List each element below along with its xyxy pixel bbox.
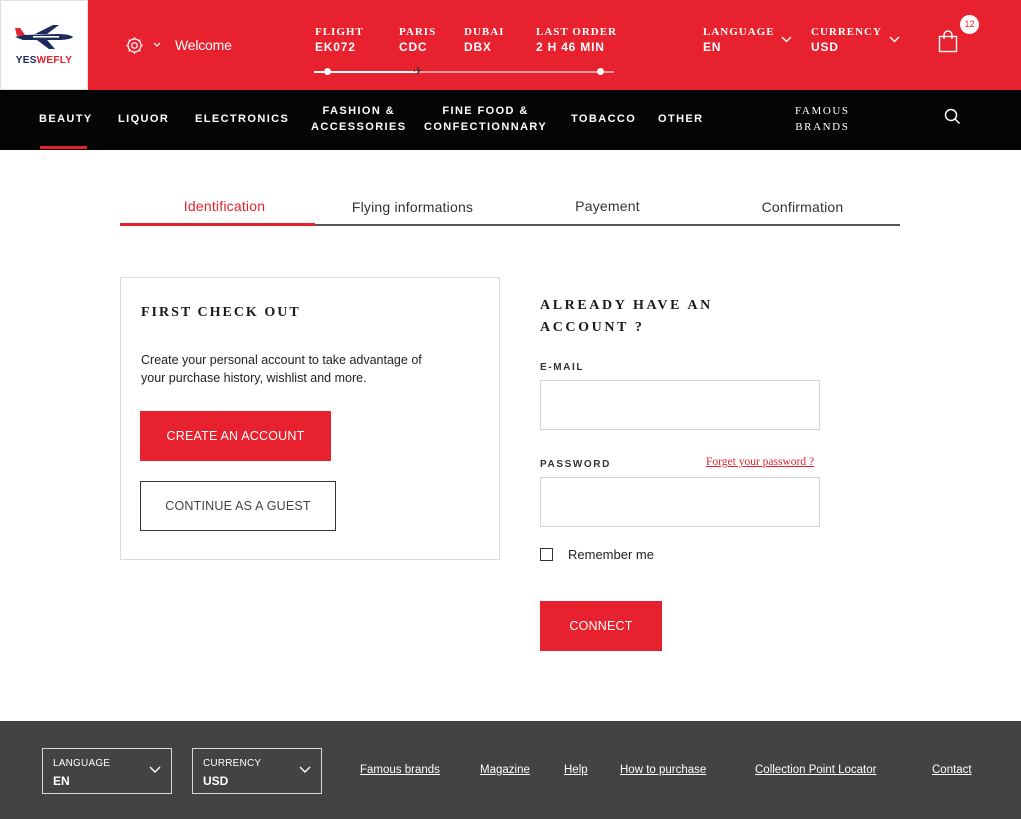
category-liquor[interactable]: LIQUOR [118, 111, 169, 127]
login-title: ALREADY HAVE AN ACCOUNT ? [540, 298, 713, 335]
progress-start-dot [324, 68, 331, 75]
first-checkout-description: Create your personal account to take adv… [141, 353, 422, 385]
footer-link-contact[interactable]: Contact [932, 764, 972, 776]
remember-me-toggle[interactable]: Remember me [540, 547, 654, 562]
plane-icon: ✈ [413, 64, 424, 78]
cart-button[interactable] [938, 30, 958, 58]
category-fine-food[interactable]: FINE FOOD & CONFECTIONNARY [424, 103, 547, 135]
brand-wordmark: YESWEFLY [15, 55, 73, 66]
step-identification[interactable]: Identification [127, 198, 322, 214]
forgot-password-link[interactable]: Forget your password ? [706, 456, 814, 468]
step-flying-informations[interactable]: Flying informations [315, 199, 510, 215]
account-menu[interactable]: Welcome [124, 34, 232, 56]
currency-selector[interactable]: CURRENCY USD [811, 26, 900, 54]
footer-currency-selector[interactable]: CURRENCY USD [192, 748, 322, 794]
chevron-down-icon [889, 36, 900, 43]
connect-button[interactable]: CONNECT [540, 601, 662, 651]
email-field[interactable] [540, 380, 820, 430]
plane-logo-icon [15, 25, 73, 49]
progress-end-dot [597, 68, 604, 75]
footer-link-help[interactable]: Help [564, 764, 588, 776]
search-icon[interactable] [944, 108, 961, 125]
password-label: PASSWORD [540, 459, 611, 470]
footer-link-how-to-purchase[interactable]: How to purchase [620, 764, 706, 776]
checkout-steps: Identification Flying informations Payem… [120, 190, 900, 227]
welcome-label: Welcome [175, 37, 232, 53]
category-electronics[interactable]: ELECTRONICS [195, 111, 289, 127]
chevron-down-icon [149, 766, 161, 773]
step-confirmation[interactable]: Confirmation [705, 199, 900, 215]
chevron-down-icon [299, 766, 311, 773]
settings-gear-icon [126, 36, 143, 54]
active-category-indicator [40, 146, 87, 149]
remember-me-label: Remember me [568, 547, 654, 562]
category-nav: BEAUTY LIQUOR ELECTRONICS FASHION & ACCE… [0, 90, 1021, 150]
flight-progress-bar: ✈ [314, 65, 614, 77]
shopping-bag-icon [938, 30, 958, 53]
active-step-indicator [120, 223, 315, 226]
top-header: YESWEFLY Welcome FLIGHT EK072 PARIS CDC … [0, 0, 1021, 90]
cart-count-badge: 12 [960, 15, 979, 34]
category-tobacco[interactable]: TOBACCO [571, 111, 636, 127]
footer-link-collection-point-locator[interactable]: Collection Point Locator [755, 764, 876, 776]
flight-destination: DUBAI DBX [464, 26, 505, 54]
flight-number: FLIGHT EK072 [315, 26, 364, 54]
footer-link-magazine[interactable]: Magazine [480, 764, 530, 776]
chevron-down-icon [781, 36, 792, 43]
language-selector[interactable]: LANGUAGE EN [703, 26, 792, 54]
first-checkout-title: FIRST CHECK OUT [141, 305, 301, 320]
password-field[interactable] [540, 477, 820, 527]
step-payement[interactable]: Payement [510, 198, 705, 214]
chevron-down-icon [153, 42, 161, 47]
email-label: E-MAIL [540, 362, 585, 373]
footer-language-selector[interactable]: LANGUAGE EN [42, 748, 172, 794]
continue-as-guest-button[interactable]: CONTINUE AS A GUEST [140, 481, 336, 531]
first-checkout-card: FIRST CHECK OUT Create your personal acc… [120, 277, 500, 560]
category-other[interactable]: OTHER [658, 111, 704, 127]
category-fashion-accessories[interactable]: FASHION & ACCESSORIES [311, 103, 406, 135]
footer: LANGUAGE EN CURRENCY USD Famous brands M… [0, 721, 1021, 819]
flight-origin: PARIS CDC [399, 26, 437, 54]
last-order-countdown: LAST ORDER 2 H 46 MIN [536, 26, 618, 54]
footer-link-famous-brands[interactable]: Famous brands [360, 764, 440, 776]
remember-me-checkbox[interactable] [540, 548, 553, 561]
create-account-button[interactable]: CREATE AN ACCOUNT [140, 411, 331, 461]
brand-logo[interactable]: YESWEFLY [0, 0, 88, 90]
category-beauty[interactable]: BEAUTY [39, 111, 93, 127]
category-famous-brands[interactable]: FAMOUS BRANDS [795, 103, 850, 135]
